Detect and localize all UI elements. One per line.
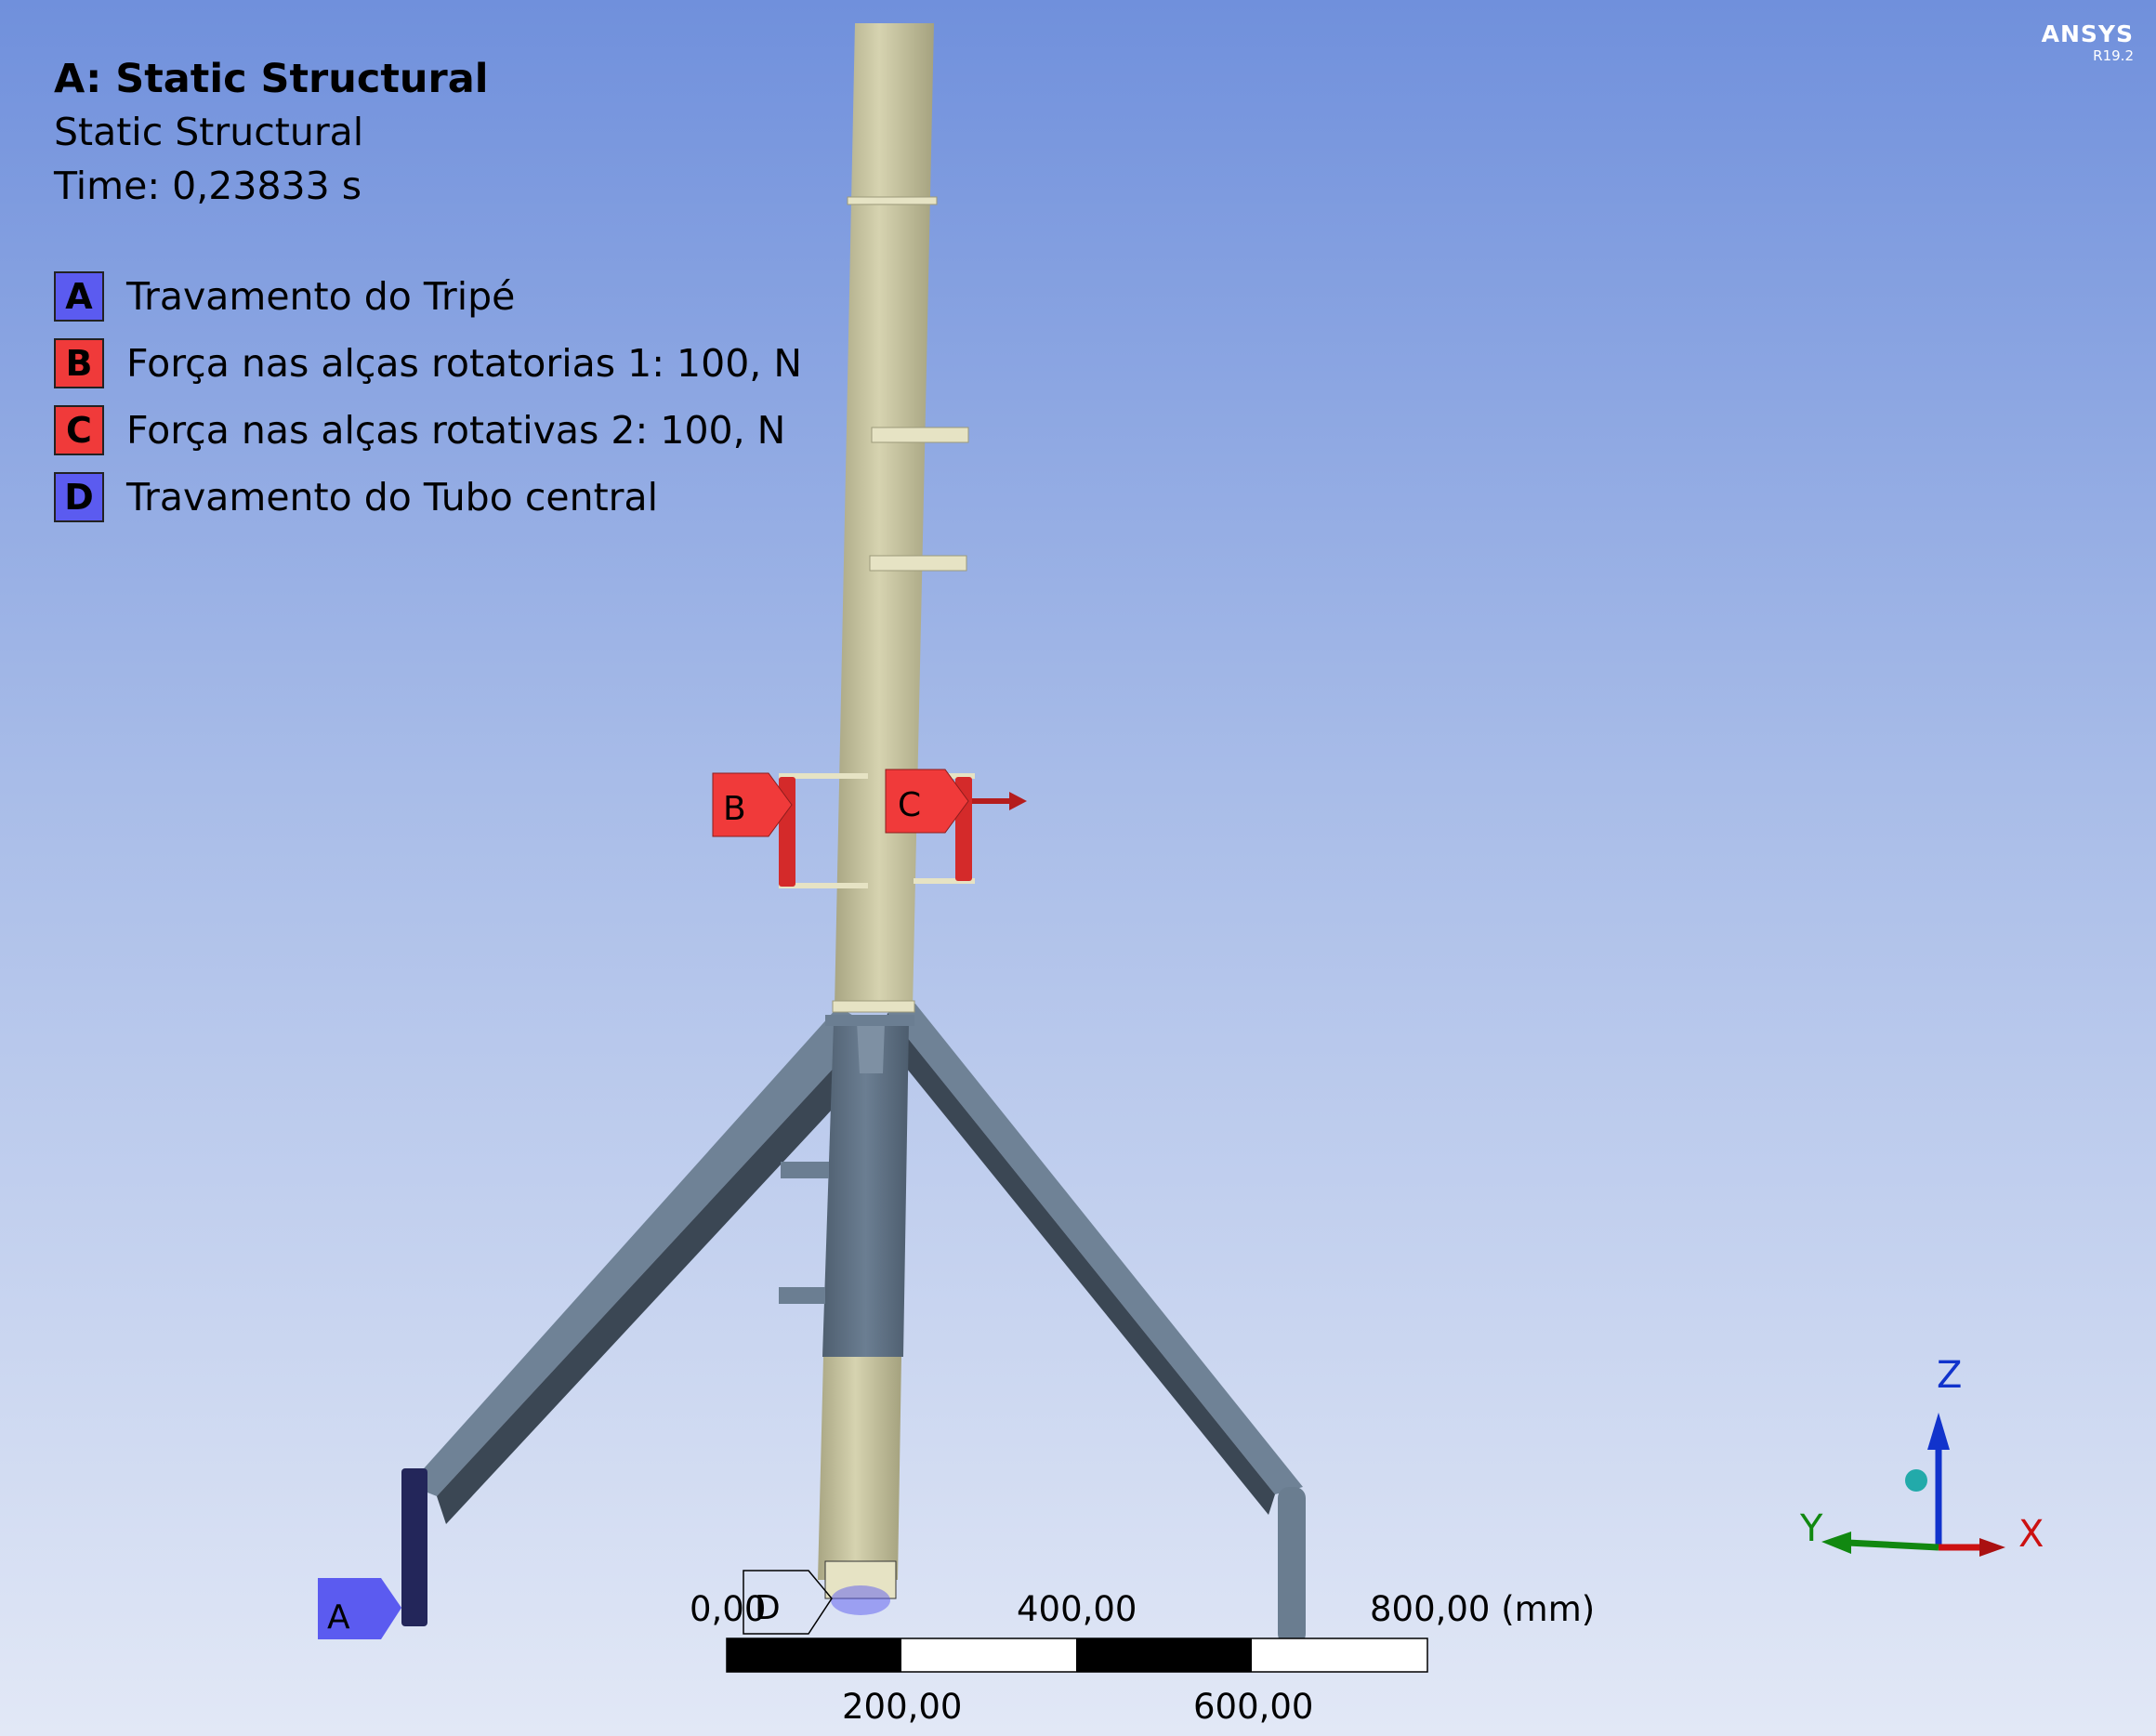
analysis-title: A: Static Structural: [54, 56, 489, 102]
time-readout: Time: 0,23833 s: [54, 164, 362, 208]
brand-version: R19.2: [2093, 47, 2134, 64]
axis-y-label: Y: [1799, 1507, 1823, 1550]
scale-label-400: 400,00: [1017, 1589, 1137, 1629]
marker-a-label: A: [327, 1598, 350, 1637]
model-view[interactable]: A B C D Z X Y: [0, 0, 2156, 1736]
scale-label-200: 200,00: [842, 1687, 963, 1727]
legend-label-d: Travamento do Tubo central: [126, 475, 659, 519]
tripod-leg-right[interactable]: [883, 1004, 1306, 1645]
legend-label-a: Travamento do Tripé: [126, 274, 516, 319]
scale-label-600: 600,00: [1193, 1687, 1314, 1727]
legend-label-c: Força nas alças rotativas 2: 100, N: [126, 408, 786, 453]
marker-c-label: C: [898, 786, 921, 824]
ansys-logo: ANSYS R19.2: [2042, 20, 2134, 64]
coordinate-triad[interactable]: Z X Y: [1799, 1354, 2044, 1557]
marker-a[interactable]: A: [318, 1578, 401, 1639]
marker-b-label: B: [723, 790, 746, 828]
axis-z-label: Z: [1937, 1354, 1962, 1397]
legend-label-b: Força nas alças rotatorias 1: 100, N: [126, 341, 803, 386]
analysis-subtitle: Static Structural: [54, 110, 364, 154]
legend-item-c[interactable]: C Força nas alças rotativas 2: 100, N: [54, 403, 785, 457]
scale-label-0: 0,00: [690, 1589, 767, 1629]
legend-item-b[interactable]: B Força nas alças rotatorias 1: 100, N: [54, 336, 802, 390]
scale-bar: [726, 1637, 1428, 1673]
legend-item-a[interactable]: A Travamento do Tripé: [54, 270, 515, 323]
legend-badge-a: A: [54, 271, 104, 322]
legend-badge-d: D: [54, 472, 104, 522]
axis-x-label: X: [2018, 1513, 2044, 1556]
scale-label-800: 800,00 (mm): [1370, 1589, 1596, 1629]
legend-badge-b: B: [54, 338, 104, 388]
legend-badge-c: C: [54, 405, 104, 455]
tripod-leg-left[interactable]: [401, 1006, 883, 1626]
graphics-viewport[interactable]: A B C D Z X Y A: Static Structural Stati…: [0, 0, 2156, 1736]
legend-item-d[interactable]: D Travamento do Tubo central: [54, 470, 658, 524]
brand-name: ANSYS: [2041, 20, 2134, 47]
